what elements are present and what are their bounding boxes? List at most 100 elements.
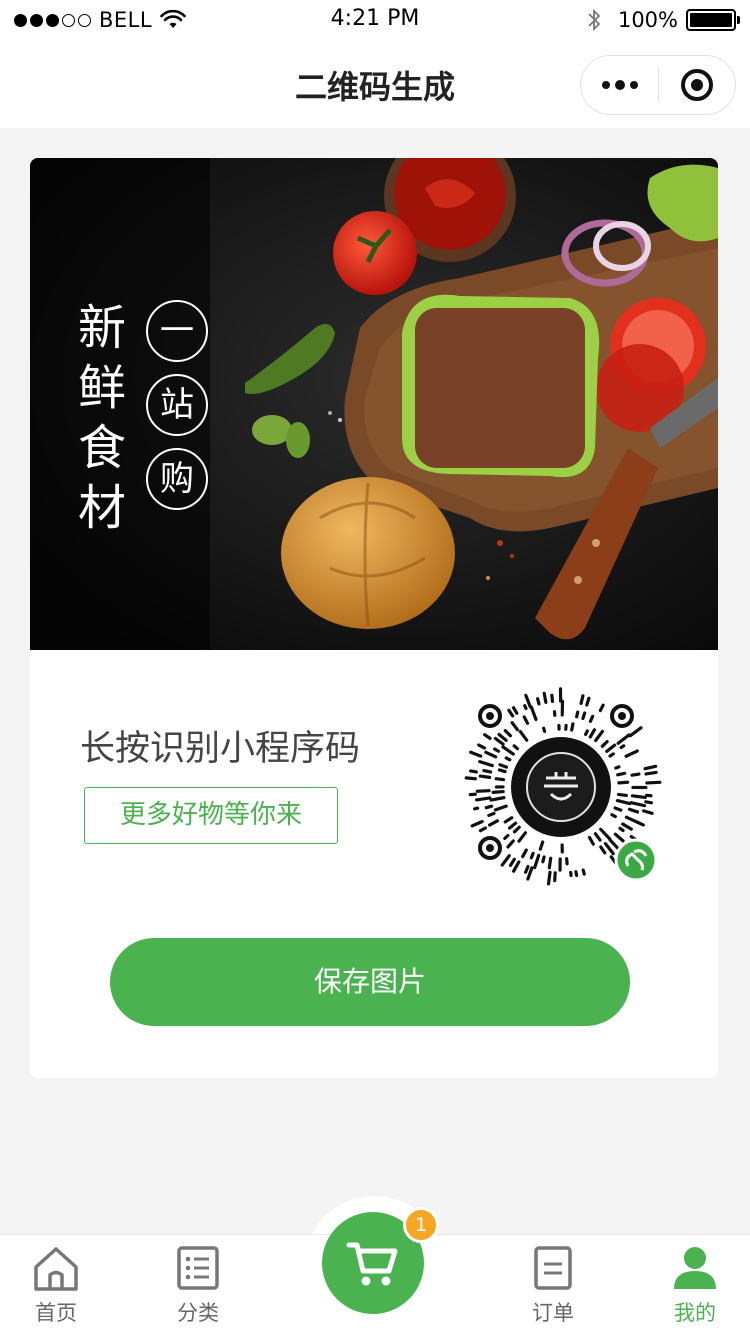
qr-ray	[542, 726, 547, 733]
qr-ray	[536, 697, 541, 706]
qr-ray	[511, 706, 519, 715]
qr-ray	[588, 714, 595, 723]
qr-ray	[585, 696, 591, 707]
qr-ray	[482, 768, 493, 774]
qr-ray	[498, 763, 509, 769]
qr-ray	[599, 827, 612, 841]
qr-ray	[599, 845, 607, 855]
promo-tag: 更多好物等你来	[84, 787, 338, 844]
share-card: 新鲜食材 一 站 购 长按识别小程序码 更多好物等你来 保存图片	[30, 158, 718, 1078]
qr-ray	[616, 733, 631, 745]
more-options-button[interactable]	[581, 56, 658, 114]
user-icon	[674, 1247, 716, 1289]
qr-ray	[608, 838, 620, 850]
qr-ray	[474, 796, 492, 802]
tab-orders[interactable]: 订单	[503, 1245, 603, 1333]
qr-ray	[644, 770, 658, 776]
qr-ray	[588, 728, 597, 739]
qr-ray	[627, 807, 640, 814]
save-image-button[interactable]: 保存图片	[110, 938, 630, 1026]
qr-ray	[484, 804, 494, 810]
tab-profile[interactable]: 我的	[645, 1245, 745, 1333]
qr-ray	[483, 733, 492, 740]
food-photo	[30, 158, 718, 650]
tab-label: 订单	[532, 1301, 574, 1325]
qr-ray	[518, 729, 529, 742]
qr-ray	[587, 835, 595, 846]
target-icon	[680, 69, 713, 101]
status-right: 100%	[586, 6, 740, 34]
qr-ray	[618, 826, 625, 833]
qr-ray	[503, 833, 510, 840]
qr-ray	[579, 694, 585, 705]
qr-ray	[489, 796, 506, 802]
more-dot-icon	[629, 81, 638, 89]
qr-ray	[624, 815, 640, 825]
qr-ray	[630, 772, 641, 777]
tab-home[interactable]: 首页	[6, 1245, 106, 1333]
close-miniprogram-button[interactable]	[659, 56, 735, 114]
qr-ray	[524, 864, 530, 874]
qr-ray	[624, 749, 639, 758]
qr-ray	[529, 705, 538, 722]
qr-ray	[504, 756, 512, 762]
more-dot-icon	[601, 81, 610, 89]
qr-ray	[628, 726, 643, 738]
qr-ray	[500, 854, 511, 867]
qr-ray	[575, 710, 580, 719]
qr-ray	[469, 750, 483, 758]
miniprogram-code-image[interactable]	[456, 682, 666, 892]
qr-ray	[593, 832, 602, 842]
battery-icon	[686, 9, 740, 31]
qr-ray	[507, 708, 515, 718]
qr-ray	[616, 771, 627, 777]
qr-ray	[522, 715, 530, 725]
qr-ray	[642, 809, 654, 815]
qr-ray	[521, 848, 528, 859]
more-dot-icon	[614, 80, 625, 90]
qr-ray	[547, 856, 553, 870]
qr-ray	[506, 839, 515, 849]
cart-count-badge: 1	[403, 1207, 439, 1243]
qr-ray	[512, 744, 520, 751]
qr-ray	[493, 747, 501, 753]
qr-ray	[512, 825, 521, 834]
navigation-bar: 二维码生成	[0, 40, 750, 128]
status-bar: BELL 4:21 PM 100%	[0, 0, 750, 40]
tab-label: 我的	[674, 1301, 716, 1325]
list-icon	[177, 1246, 219, 1290]
qr-ray	[523, 704, 528, 711]
qr-ray	[477, 743, 487, 750]
qr-ray	[550, 693, 555, 704]
qr-ray	[470, 819, 484, 828]
qr-ray	[600, 739, 609, 748]
banner-circle-char: 一	[146, 300, 208, 362]
qr-ray	[484, 750, 498, 759]
qr-ray	[493, 804, 508, 812]
qr-ray	[478, 760, 494, 768]
qr-ray	[570, 722, 575, 732]
qr-ray	[613, 832, 625, 843]
qr-ray	[497, 768, 507, 774]
qr-ray	[542, 691, 548, 704]
qr-ray	[598, 703, 605, 713]
qr-ray	[494, 777, 506, 782]
qr-ray	[645, 780, 662, 785]
qr-ray	[478, 774, 492, 779]
tab-category[interactable]: 分类	[148, 1245, 248, 1333]
qr-ray	[503, 816, 514, 824]
shopping-cart-icon	[346, 1242, 398, 1286]
home-icon	[34, 1247, 78, 1291]
qr-ray	[538, 840, 545, 851]
qr-ray	[608, 752, 615, 758]
battery-percentage: 100%	[617, 8, 678, 32]
qr-ray	[512, 860, 521, 873]
qr-ray	[621, 822, 633, 831]
miniprogram-capsule	[580, 55, 736, 115]
order-icon	[534, 1246, 572, 1290]
bluetooth-icon	[588, 8, 601, 32]
qr-ray	[507, 821, 518, 830]
qr-ray	[497, 732, 508, 742]
qr-ray	[644, 800, 654, 805]
banner-slogan-circles: 一 站 购	[146, 300, 210, 510]
